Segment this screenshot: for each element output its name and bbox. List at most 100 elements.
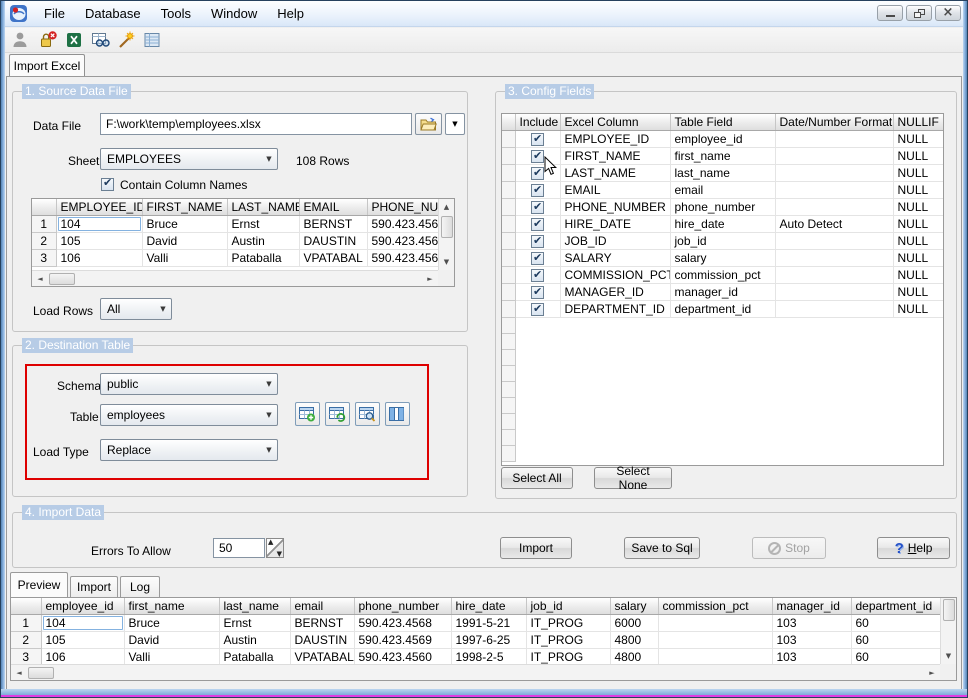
spin-down-icon[interactable]: ▼ bbox=[277, 550, 282, 558]
cell[interactable]: BERNST bbox=[299, 215, 368, 233]
cell[interactable]: 1997-6-25 bbox=[451, 631, 527, 649]
cell[interactable]: 590.423.4560 bbox=[354, 648, 452, 666]
cell[interactable] bbox=[775, 232, 894, 250]
cell[interactable]: 60 bbox=[851, 648, 943, 666]
scroll-thumb[interactable] bbox=[28, 666, 54, 679]
menu-tools[interactable]: Tools bbox=[151, 1, 201, 26]
cell[interactable]: PHONE_NUMBER bbox=[560, 198, 671, 216]
cell[interactable]: VPATABAL bbox=[299, 249, 368, 267]
cell[interactable]: DEPARTMENT_ID bbox=[560, 300, 671, 318]
include-checkbox[interactable] bbox=[531, 199, 544, 215]
cell[interactable] bbox=[775, 198, 894, 216]
menu-help[interactable]: Help bbox=[267, 1, 314, 26]
include-checkbox[interactable] bbox=[531, 301, 544, 317]
cell[interactable] bbox=[658, 614, 773, 632]
cell[interactable]: Valli bbox=[142, 249, 228, 267]
cell[interactable] bbox=[775, 181, 894, 199]
cell[interactable]: Ernst bbox=[219, 614, 291, 632]
cell[interactable]: 60 bbox=[851, 631, 943, 649]
cell[interactable] bbox=[775, 300, 894, 318]
cell[interactable]: NULL bbox=[893, 232, 943, 250]
cell[interactable]: 103 bbox=[772, 648, 852, 666]
cell[interactable]: NULL bbox=[893, 249, 943, 267]
schema-select[interactable]: public ▼ bbox=[100, 373, 278, 395]
select-all-button[interactable]: Select All bbox=[501, 467, 573, 489]
user-icon[interactable] bbox=[10, 30, 30, 50]
cell[interactable]: EMAIL bbox=[560, 181, 671, 199]
cell[interactable] bbox=[775, 283, 894, 301]
cell[interactable] bbox=[775, 147, 894, 165]
tab-preview[interactable]: Preview bbox=[10, 572, 68, 597]
scroll-down-icon[interactable]: ▼ bbox=[439, 254, 455, 270]
cell[interactable]: MANAGER_ID bbox=[560, 283, 671, 301]
cell[interactable]: JOB_ID bbox=[560, 232, 671, 250]
scroll-left-icon[interactable]: ◄ bbox=[32, 271, 48, 287]
cell[interactable]: FIRST_NAME bbox=[560, 147, 671, 165]
cell[interactable]: Austin bbox=[227, 232, 300, 250]
cell[interactable] bbox=[658, 631, 773, 649]
cell[interactable]: 103 bbox=[772, 631, 852, 649]
disconnect-icon[interactable] bbox=[38, 30, 58, 50]
cell[interactable]: job_id bbox=[670, 232, 776, 250]
list-view-icon[interactable] bbox=[142, 30, 162, 50]
cell[interactable]: manager_id bbox=[670, 283, 776, 301]
scroll-thumb[interactable] bbox=[942, 599, 955, 621]
cell[interactable]: first_name bbox=[670, 147, 776, 165]
cell[interactable]: Bruce bbox=[124, 614, 220, 632]
cell[interactable]: 105 bbox=[56, 232, 143, 250]
cell[interactable]: Austin bbox=[219, 631, 291, 649]
load-type-select[interactable]: Replace ▼ bbox=[100, 439, 278, 461]
cell[interactable]: 104 bbox=[56, 215, 143, 233]
file-history-dropdown[interactable]: ▼ bbox=[445, 113, 465, 135]
include-checkbox[interactable] bbox=[531, 182, 544, 198]
cell[interactable]: last_name bbox=[670, 164, 776, 182]
cell[interactable]: salary bbox=[670, 249, 776, 267]
cell[interactable] bbox=[775, 164, 894, 182]
close-button[interactable]: × bbox=[935, 5, 961, 21]
include-checkbox[interactable] bbox=[531, 131, 544, 147]
excel-icon[interactable] bbox=[64, 30, 84, 50]
cell[interactable]: 590.423.4568 bbox=[367, 215, 448, 233]
browse-file-button[interactable] bbox=[415, 113, 442, 135]
cell[interactable]: NULL bbox=[893, 147, 943, 165]
scroll-left-icon[interactable]: ◄ bbox=[11, 665, 27, 681]
scroll-right-icon[interactable]: ► bbox=[924, 665, 940, 681]
cell[interactable]: 106 bbox=[56, 249, 143, 267]
import-button[interactable]: Import bbox=[500, 537, 572, 559]
stop-button[interactable]: Stop bbox=[752, 537, 826, 559]
table-columns-button[interactable] bbox=[385, 402, 410, 426]
cell[interactable]: David bbox=[124, 631, 220, 649]
cell[interactable]: 590.423.4569 bbox=[354, 631, 452, 649]
vertical-scrollbar[interactable]: ▲ ▼ bbox=[438, 199, 454, 270]
tab-import[interactable]: Import bbox=[70, 576, 118, 597]
new-table-button[interactable] bbox=[295, 402, 320, 426]
cell[interactable]: NULL bbox=[893, 266, 943, 284]
wizard-icon[interactable] bbox=[116, 30, 136, 50]
help-button[interactable]: ? Help bbox=[877, 537, 950, 559]
cell[interactable]: EMPLOYEE_ID bbox=[560, 130, 671, 148]
cell[interactable]: Ernst bbox=[227, 215, 300, 233]
restore-button[interactable] bbox=[906, 5, 932, 21]
cell[interactable]: 590.423.4568 bbox=[354, 614, 452, 632]
cell[interactable]: 103 bbox=[772, 614, 852, 632]
cell[interactable] bbox=[775, 130, 894, 148]
include-checkbox[interactable] bbox=[531, 250, 544, 266]
select-none-button[interactable]: Select None bbox=[594, 464, 672, 492]
cell[interactable]: 104 bbox=[41, 614, 125, 632]
include-checkbox[interactable] bbox=[531, 148, 544, 164]
cell[interactable]: DAUSTIN bbox=[299, 232, 368, 250]
cell[interactable]: SALARY bbox=[560, 249, 671, 267]
cell[interactable]: BERNST bbox=[290, 614, 355, 632]
scroll-right-icon[interactable]: ► bbox=[422, 271, 438, 287]
cell[interactable]: Auto Detect bbox=[775, 215, 894, 233]
table-select[interactable]: employees ▼ bbox=[100, 404, 278, 426]
sheet-select[interactable]: EMPLOYEES ▼ bbox=[100, 148, 278, 170]
cell[interactable]: Pataballa bbox=[227, 249, 300, 267]
cell[interactable]: email bbox=[670, 181, 776, 199]
cell[interactable]: NULL bbox=[893, 198, 943, 216]
scroll-down-icon[interactable]: ▼ bbox=[941, 648, 957, 664]
include-checkbox[interactable] bbox=[531, 267, 544, 283]
include-checkbox[interactable] bbox=[531, 216, 544, 232]
view-table-button[interactable] bbox=[355, 402, 380, 426]
cell[interactable]: IT_PROG bbox=[526, 648, 611, 666]
